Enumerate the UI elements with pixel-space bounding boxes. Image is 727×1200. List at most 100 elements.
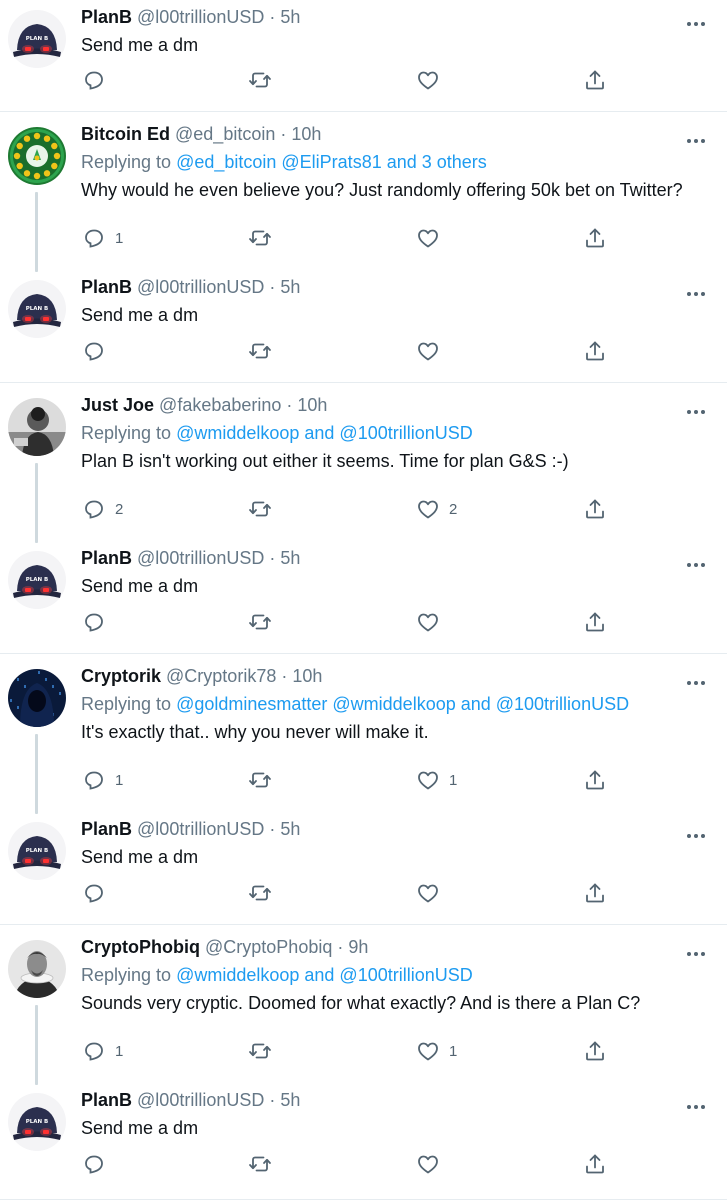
display-name[interactable]: PlanB	[81, 548, 132, 568]
share-button[interactable]	[583, 1039, 607, 1063]
share-button[interactable]	[583, 768, 607, 792]
more-options-icon[interactable]	[684, 284, 708, 304]
reply-button[interactable]: 1	[82, 226, 123, 250]
share-button[interactable]	[583, 226, 607, 250]
tweet[interactable]: PLAN B PlanB @l00trillionUSD · 5h Send me …	[0, 1083, 727, 1200]
avatar[interactable]	[8, 669, 66, 727]
share-button[interactable]	[583, 610, 607, 634]
replying-to-links[interactable]: @ed_bitcoin @EliPrats81 and 3 others	[176, 152, 487, 172]
timestamp[interactable]: 9h	[348, 937, 368, 957]
retweet-button[interactable]	[248, 881, 272, 905]
user-handle[interactable]: @ed_bitcoin	[175, 124, 275, 144]
share-icon	[583, 226, 607, 250]
user-handle[interactable]: @l00trillionUSD	[137, 277, 264, 297]
more-options-icon[interactable]	[684, 944, 708, 964]
avatar[interactable]: PLAN B	[8, 551, 66, 609]
tweet-header: PlanB @l00trillionUSD · 5h	[81, 276, 300, 298]
avatar[interactable]: PLAN B	[8, 10, 66, 68]
tweet[interactable]: Just Joe @fakebaberino · 10h Replying to …	[0, 388, 727, 541]
share-button[interactable]	[583, 68, 607, 92]
replying-to-links[interactable]: @goldminesmatter @wmiddelkoop and @100tr…	[176, 694, 629, 714]
timestamp[interactable]: 10h	[291, 124, 321, 144]
tweet[interactable]: CryptoPhobiq @CryptoPhobiq · 9h Replying …	[0, 930, 727, 1083]
more-options-icon[interactable]	[684, 402, 708, 422]
retweet-button[interactable]	[248, 339, 272, 363]
user-handle[interactable]: @l00trillionUSD	[137, 1090, 264, 1110]
share-icon	[583, 610, 607, 634]
share-button[interactable]	[583, 881, 607, 905]
display-name[interactable]: PlanB	[81, 7, 132, 27]
retweet-button[interactable]	[248, 1039, 272, 1063]
retweet-button[interactable]	[248, 768, 272, 792]
timestamp[interactable]: 10h	[297, 395, 327, 415]
avatar[interactable]: PLAN B	[8, 1093, 66, 1151]
user-handle[interactable]: @CryptoPhobiq	[205, 937, 332, 957]
user-handle[interactable]: @l00trillionUSD	[137, 548, 264, 568]
replying-to-label: Replying to	[81, 965, 177, 985]
like-button[interactable]	[416, 68, 449, 92]
share-button[interactable]	[583, 1152, 607, 1176]
timestamp[interactable]: 5h	[280, 819, 300, 839]
replying-to-links[interactable]: @wmiddelkoop and @100trillionUSD	[176, 423, 473, 443]
reply-button[interactable]	[82, 881, 115, 905]
more-options-icon[interactable]	[684, 1097, 708, 1117]
like-button[interactable]	[416, 610, 449, 634]
like-button[interactable]	[416, 881, 449, 905]
display-name[interactable]: PlanB	[81, 277, 132, 297]
timestamp[interactable]: 5h	[280, 1090, 300, 1110]
tweet[interactable]: PLAN B PlanB @l00trillionUSD · 5h Send me …	[0, 0, 727, 112]
avatar[interactable]: PLAN B	[8, 280, 66, 338]
retweet-button[interactable]	[248, 68, 272, 92]
display-name[interactable]: CryptoPhobiq	[81, 937, 200, 957]
share-button[interactable]	[583, 497, 607, 521]
retweet-button[interactable]	[248, 226, 272, 250]
avatar[interactable]	[8, 940, 66, 998]
tweet[interactable]: PLAN B PlanB @l00trillionUSD · 5h Send me …	[0, 812, 727, 925]
display-name[interactable]: PlanB	[81, 1090, 132, 1110]
more-options-icon[interactable]	[684, 131, 708, 151]
timestamp[interactable]: 5h	[280, 277, 300, 297]
display-name[interactable]: Just Joe	[81, 395, 154, 415]
replying-to-links[interactable]: @wmiddelkoop and @100trillionUSD	[176, 965, 473, 985]
retweet-button[interactable]	[248, 610, 272, 634]
like-button[interactable]: 2	[416, 497, 457, 521]
avatar[interactable]	[8, 398, 66, 456]
more-options-icon[interactable]	[684, 555, 708, 575]
avatar[interactable]	[8, 127, 66, 185]
more-options-icon[interactable]	[684, 14, 708, 34]
like-button[interactable]	[416, 226, 449, 250]
retweet-button[interactable]	[248, 1152, 272, 1176]
display-name[interactable]: Bitcoin Ed	[81, 124, 170, 144]
tweet-text: Send me a dm	[81, 1118, 199, 1138]
reply-button[interactable]	[82, 68, 115, 92]
timestamp[interactable]: 5h	[280, 7, 300, 27]
like-icon	[416, 497, 440, 521]
reply-button[interactable]: 1	[82, 1039, 123, 1063]
reply-button[interactable]	[82, 610, 115, 634]
retweet-button[interactable]	[248, 497, 272, 521]
more-options-icon[interactable]	[684, 673, 708, 693]
timestamp[interactable]: 10h	[292, 666, 322, 686]
reply-button[interactable]: 1	[82, 768, 123, 792]
avatar[interactable]: PLAN B	[8, 822, 66, 880]
tweet[interactable]: PLAN B PlanB @l00trillionUSD · 5h Send me …	[0, 270, 727, 383]
like-button[interactable]	[416, 1152, 449, 1176]
like-button[interactable]: 1	[416, 768, 457, 792]
reply-button[interactable]	[82, 1152, 115, 1176]
display-name[interactable]: Cryptorik	[81, 666, 161, 686]
display-name[interactable]: PlanB	[81, 819, 132, 839]
user-handle[interactable]: @l00trillionUSD	[137, 7, 264, 27]
share-button[interactable]	[583, 339, 607, 363]
timestamp[interactable]: 5h	[280, 548, 300, 568]
user-handle[interactable]: @l00trillionUSD	[137, 819, 264, 839]
like-button[interactable]	[416, 339, 449, 363]
tweet[interactable]: PLAN B PlanB @l00trillionUSD · 5h Send me …	[0, 541, 727, 654]
more-options-icon[interactable]	[684, 826, 708, 846]
tweet[interactable]: Cryptorik @Cryptorik78 · 10h Replying to …	[0, 659, 727, 812]
user-handle[interactable]: @fakebaberino	[159, 395, 281, 415]
reply-button[interactable]	[82, 339, 115, 363]
reply-button[interactable]: 2	[82, 497, 123, 521]
user-handle[interactable]: @Cryptorik78	[166, 666, 276, 686]
like-button[interactable]: 1	[416, 1039, 457, 1063]
tweet[interactable]: Bitcoin Ed @ed_bitcoin · 10h Replying to …	[0, 117, 727, 270]
